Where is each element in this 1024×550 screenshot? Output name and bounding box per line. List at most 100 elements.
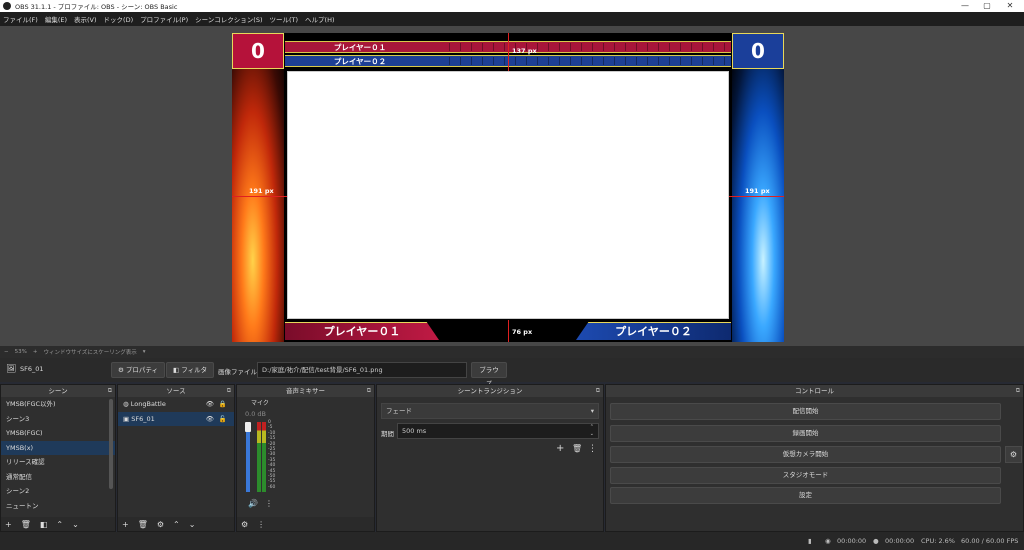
close-button[interactable]: ✕: [998, 0, 1022, 12]
scaling-mode[interactable]: ウィンドウサイズにスケーリング表示: [43, 348, 136, 356]
measure-bottom-label: 76 px: [512, 328, 533, 336]
bottom-player1-plate: プレイヤー０１: [285, 322, 439, 340]
trash-icon[interactable]: 🗑: [138, 520, 148, 529]
image-source-icon: 🖼: [6, 364, 17, 373]
source-name: SF6_01: [131, 414, 155, 423]
undock-icon[interactable]: ⧉: [227, 385, 231, 397]
undock-icon[interactable]: ⧉: [1016, 385, 1020, 397]
globe-icon: ◍: [123, 400, 129, 408]
cpu-usage: CPU: 2.6%: [921, 537, 955, 545]
spinner-icon: ⌃ ⌄: [589, 424, 594, 437]
transitions-title: シーントランジション: [457, 387, 523, 395]
scene-item-selected[interactable]: YMSB(x): [1, 440, 115, 455]
scene-item[interactable]: YMSB(FGC以外): [1, 397, 115, 412]
undock-icon[interactable]: ⧉: [596, 385, 600, 397]
scene-item[interactable]: YMSB(FGC): [1, 426, 115, 441]
menu-edit[interactable]: 編集(E): [45, 14, 67, 24]
scene-transitions-dock: シーントランジション ⧉ フェード ▾ 期間 500 ms ⌃ ⌄ + 🗑 ⋮: [376, 384, 604, 532]
zoom-level: 53%: [14, 349, 27, 355]
zoom-out-button[interactable]: −: [4, 349, 9, 355]
status-bar: ▮ ◉ 00:00:00 ● 00:00:00 CPU: 2.6% 60.00 …: [0, 532, 1024, 550]
image-file-label: 画像ファイル: [218, 368, 257, 376]
stream-time: 00:00:00: [837, 537, 867, 545]
trash-icon[interactable]: 🗑: [572, 444, 582, 453]
virtual-camera-gear-icon[interactable]: ⚙: [1005, 446, 1022, 463]
level-meter-left: [257, 422, 261, 492]
minimize-button[interactable]: —: [953, 0, 977, 12]
record-icon: ●: [873, 537, 879, 545]
add-transition-icon[interactable]: +: [556, 443, 564, 454]
channel-name: マイク: [251, 400, 269, 407]
properties-button[interactable]: ⚙ プロパティ: [111, 362, 166, 378]
preview-canvas[interactable]: 0 0 プレイヤー０１ プレイヤー０２ 137 px 191 px 191 px…: [232, 33, 784, 342]
measure-line-bottom: [508, 320, 509, 342]
more-options-icon[interactable]: ⋮: [257, 520, 265, 529]
menu-view[interactable]: 表示(V): [74, 14, 97, 24]
eye-icon[interactable]: 👁: [206, 397, 214, 412]
menu-tools[interactable]: ツール(T): [269, 14, 298, 24]
transition-type-select[interactable]: フェード ▾: [381, 403, 599, 419]
browse-button[interactable]: ブラウズ: [471, 362, 507, 388]
zoom-in-button[interactable]: +: [33, 349, 38, 355]
unlock-icon[interactable]: 🔓: [219, 412, 227, 427]
chevron-down-icon[interactable]: ⌄: [189, 520, 196, 529]
menu-file[interactable]: ファイル(F): [3, 14, 38, 24]
filters-button[interactable]: ◧ フィルタ: [166, 362, 215, 378]
add-icon[interactable]: +: [5, 520, 12, 529]
score-left: 0: [232, 33, 284, 69]
duration-input[interactable]: 500 ms ⌃ ⌄: [397, 423, 599, 439]
settings-button[interactable]: 設定: [610, 487, 1001, 504]
scene-item[interactable]: リリース確認: [1, 455, 115, 470]
studio-mode-button[interactable]: スタジオモード: [610, 467, 1001, 484]
current-source-name: SF6_01: [20, 365, 44, 373]
start-streaming-button[interactable]: 配信開始: [610, 403, 1001, 420]
channel-level: 0.0 dB: [245, 410, 266, 418]
menu-scene-collection[interactable]: シーンコレクション(S): [195, 14, 262, 24]
scene-item[interactable]: 通常配信: [1, 470, 115, 485]
menu-dock[interactable]: ドック(D): [104, 14, 134, 24]
scenes-scrollbar[interactable]: [109, 399, 113, 489]
scene-item[interactable]: シーン2: [1, 484, 115, 499]
scene-item[interactable]: シーン3: [1, 412, 115, 427]
lock-icon[interactable]: 🔒: [219, 397, 227, 412]
source-item[interactable]: ◍ LongBattle 👁 🔒: [118, 397, 234, 412]
source-item-selected[interactable]: ▣ SF6_01 👁 🔓: [118, 411, 234, 427]
score-right: 0: [732, 33, 784, 69]
undock-icon[interactable]: ⧉: [108, 385, 112, 397]
maximize-button[interactable]: ▢: [975, 0, 999, 12]
network-icon: ▮: [808, 537, 812, 545]
measure-line-top: [508, 33, 509, 71]
title-bar: OBS 31.1.1 - プロファイル: OBS - シーン: OBS Basi…: [0, 0, 1024, 12]
undock-icon[interactable]: ⧉: [367, 385, 371, 397]
controls-title: コントロール: [795, 387, 834, 395]
bottom-player2-plate: プレイヤー０２: [576, 322, 731, 340]
gear-icon[interactable]: ⚙: [157, 520, 164, 529]
image-path-field[interactable]: D:/家庭/祐介/配信/test背景/SF6_01.png: [257, 362, 467, 378]
volume-slider-handle[interactable]: [245, 422, 251, 432]
scaling-dropdown[interactable]: ▾: [143, 349, 146, 355]
game-capture-frame[interactable]: [287, 71, 729, 319]
start-recording-button[interactable]: 録画開始: [610, 425, 1001, 442]
chevron-up-icon[interactable]: ⌃: [56, 520, 63, 529]
measure-right-label: 191 px: [745, 187, 770, 195]
filter-icon[interactable]: ◧: [40, 520, 48, 529]
more-options-icon[interactable]: ⋮: [265, 499, 273, 508]
volume-slider-track[interactable]: [245, 422, 251, 492]
scenes-title: シーン: [48, 387, 68, 395]
menu-help[interactable]: ヘルプ(H): [305, 14, 334, 24]
measure-line-right: [729, 196, 784, 197]
more-options-icon[interactable]: ⋮: [588, 444, 597, 454]
controls-dock: コントロール ⧉ 配信開始 録画開始 仮想カメラ開始 ⚙ スタジオモード 設定: [605, 384, 1024, 532]
chevron-up-icon[interactable]: ⌃: [173, 520, 180, 529]
speaker-icon[interactable]: 🔊: [248, 499, 258, 508]
chevron-down-icon[interactable]: ⌄: [72, 520, 79, 529]
window-title: OBS 31.1.1 - プロファイル: OBS - シーン: OBS Basi…: [15, 3, 178, 11]
eye-icon[interactable]: 👁: [206, 412, 214, 427]
mixer-settings-icon[interactable]: ⚙: [241, 520, 248, 529]
trash-icon[interactable]: 🗑: [21, 520, 31, 529]
add-icon[interactable]: +: [122, 520, 129, 529]
preview-zoom-bar: − 53% + ウィンドウサイズにスケーリング表示 ▾: [0, 346, 1024, 358]
scene-item[interactable]: ニュートン: [1, 499, 115, 514]
start-virtual-camera-button[interactable]: 仮想カメラ開始: [610, 446, 1001, 463]
menu-profile[interactable]: プロファイル(P): [140, 14, 188, 24]
